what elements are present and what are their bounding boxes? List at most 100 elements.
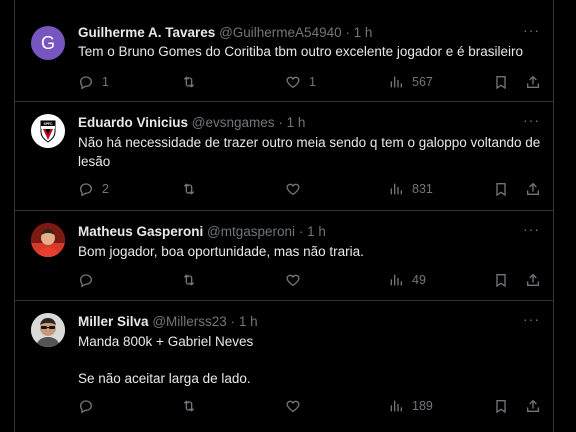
avatar[interactable]: SPFC xyxy=(31,114,65,148)
share-icon xyxy=(527,273,539,286)
retweet-button[interactable] xyxy=(181,181,205,197)
tweet-actions: 1 1 567 xyxy=(78,74,548,92)
views-button[interactable]: 831 xyxy=(388,181,433,197)
like-count: 1 xyxy=(309,75,316,89)
tweet-line: Tem o Bruno Gomes do Coritiba tbm outro … xyxy=(78,44,523,59)
reply-button[interactable] xyxy=(78,272,102,288)
author-handle[interactable]: @GuilhermeA54940 xyxy=(219,25,342,40)
view-count: 49 xyxy=(412,273,426,287)
reply-icon xyxy=(79,183,93,197)
bookmark-button[interactable] xyxy=(493,272,509,288)
tweet-header: Miller Silva @Millerss23 · 1 h xyxy=(78,314,258,330)
timestamp[interactable]: 1 h xyxy=(287,115,306,130)
author-name[interactable]: Guilherme A. Tavares xyxy=(78,25,215,40)
more-options-icon[interactable]: ··· xyxy=(523,22,540,38)
heart-icon xyxy=(286,274,300,287)
separator-dot: · xyxy=(345,25,350,40)
retweet-button[interactable] xyxy=(181,272,205,288)
tweet-line: Se não aceitar larga de lado. xyxy=(78,371,251,386)
profile-photo-icon xyxy=(31,223,65,257)
club-crest-icon: SPFC xyxy=(40,120,56,143)
share-icon xyxy=(527,399,539,412)
reply-icon xyxy=(79,274,93,288)
tweet-header: Matheus Gasperoni @mtgasperoni · 1 h xyxy=(78,224,326,240)
tweet-line: Não há necessidade de trazer outro meia … xyxy=(78,135,541,169)
tweet-actions: 189 xyxy=(78,398,548,416)
more-options-icon[interactable]: ··· xyxy=(523,221,540,237)
avatar[interactable]: G xyxy=(31,26,65,60)
retweet-icon xyxy=(183,183,195,195)
like-button[interactable]: 1 xyxy=(285,74,316,90)
profile-photo-icon xyxy=(31,313,65,347)
tweet-line: Bom jogador, boa oportunidade, mas não t… xyxy=(78,244,364,259)
view-count: 831 xyxy=(412,182,433,196)
view-count: 567 xyxy=(412,75,433,89)
author-handle[interactable]: @Millerss23 xyxy=(152,314,226,329)
more-options-icon[interactable]: ··· xyxy=(523,112,540,128)
tweet-text: Tem o Bruno Gomes do Coritiba tbm outro … xyxy=(78,42,548,61)
bookmark-button[interactable] xyxy=(493,74,509,90)
reply-button[interactable]: 2 xyxy=(78,181,109,197)
reply-icon xyxy=(79,400,93,414)
bookmark-icon xyxy=(496,76,506,90)
replies-feed: G Guilherme A. Tavares @GuilhermeA54940 … xyxy=(14,0,554,432)
heart-icon xyxy=(286,76,300,89)
heart-icon xyxy=(286,183,300,196)
views-button[interactable]: 189 xyxy=(388,398,433,414)
tweet-matheus[interactable]: Matheus Gasperoni @mtgasperoni · 1 h ···… xyxy=(15,211,554,301)
tweet-guilherme[interactable]: G Guilherme A. Tavares @GuilhermeA54940 … xyxy=(15,0,554,102)
retweet-icon xyxy=(183,400,195,412)
share-button[interactable] xyxy=(525,181,541,197)
reply-count: 2 xyxy=(102,182,109,196)
reply-button[interactable] xyxy=(78,398,102,414)
timestamp[interactable]: 1 h xyxy=(239,314,258,329)
reply-button[interactable]: 1 xyxy=(78,74,109,90)
timestamp[interactable]: 1 h xyxy=(354,25,373,40)
author-name[interactable]: Eduardo Vinicius xyxy=(78,115,188,130)
retweet-button[interactable] xyxy=(181,74,205,90)
like-button[interactable] xyxy=(285,398,309,414)
share-icon xyxy=(527,75,539,88)
separator-dot: · xyxy=(278,115,283,130)
avatar[interactable] xyxy=(31,313,65,347)
tweet-header: Eduardo Vinicius @evsngames · 1 h xyxy=(78,115,305,131)
share-button[interactable] xyxy=(525,398,541,414)
analytics-icon xyxy=(390,183,402,195)
bookmark-icon xyxy=(496,274,506,288)
like-button[interactable] xyxy=(285,181,309,197)
more-options-icon[interactable]: ··· xyxy=(523,311,540,327)
bookmark-icon xyxy=(496,400,506,414)
retweet-icon xyxy=(183,274,195,286)
reply-icon xyxy=(79,76,93,90)
author-handle[interactable]: @evsngames xyxy=(192,115,275,130)
separator-dot: · xyxy=(230,314,236,329)
tweet-text: Bom jogador, boa oportunidade, mas não t… xyxy=(78,242,548,261)
tweet-eduardo[interactable]: SPFC Eduardo Vinicius @evsngames · 1 h ·… xyxy=(15,102,554,211)
share-button[interactable] xyxy=(525,272,541,288)
tweet-miller[interactable]: Miller Silva @Millerss23 · 1 h ··· Manda… xyxy=(15,301,554,432)
tweet-actions: 2 831 xyxy=(78,181,548,199)
like-button[interactable] xyxy=(285,272,309,288)
author-name[interactable]: Miller Silva xyxy=(78,314,149,329)
bookmark-button[interactable] xyxy=(493,398,509,414)
share-icon xyxy=(527,182,539,195)
heart-icon xyxy=(286,400,300,413)
bookmark-button[interactable] xyxy=(493,181,509,197)
share-button[interactable] xyxy=(525,74,541,90)
avatar-letter: G xyxy=(40,32,55,53)
reply-count: 1 xyxy=(102,75,109,89)
retweet-icon xyxy=(183,76,195,88)
analytics-icon xyxy=(390,76,402,88)
views-button[interactable]: 567 xyxy=(388,74,433,90)
tweet-text: Não há necessidade de trazer outro meia … xyxy=(78,133,548,171)
author-name[interactable]: Matheus Gasperoni xyxy=(78,224,203,239)
views-button[interactable]: 49 xyxy=(388,272,426,288)
crest-text: SPFC xyxy=(43,122,53,126)
tweet-line: Manda 800k + Gabriel Neves xyxy=(78,334,254,349)
author-handle[interactable]: @mtgasperoni xyxy=(207,224,295,239)
bookmark-icon xyxy=(496,183,506,197)
retweet-button[interactable] xyxy=(181,398,205,414)
avatar[interactable] xyxy=(31,223,65,257)
timestamp[interactable]: 1 h xyxy=(307,224,326,239)
analytics-icon xyxy=(390,400,402,412)
